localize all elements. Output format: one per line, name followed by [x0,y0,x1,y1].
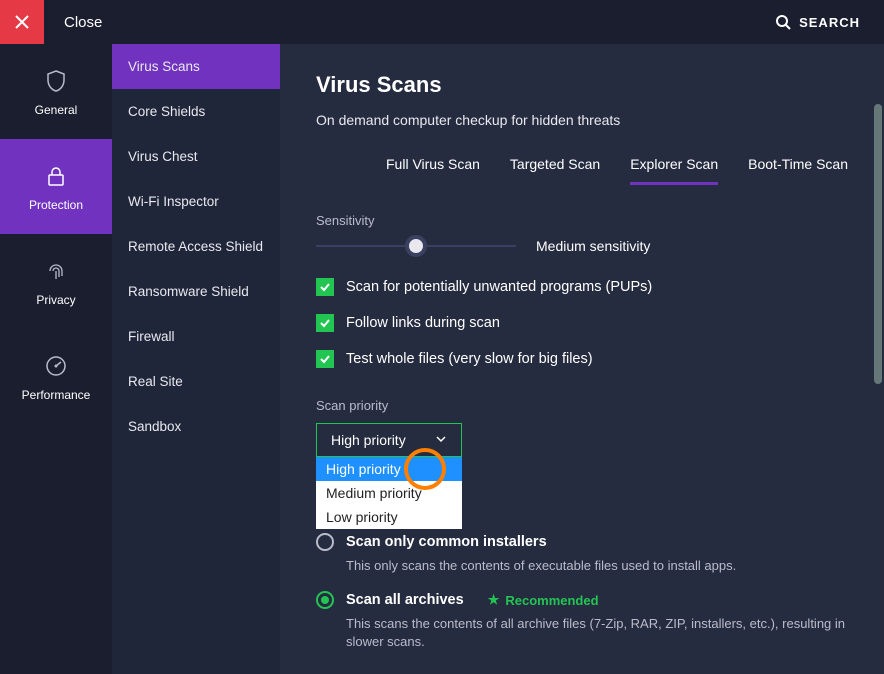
search-icon [775,14,791,30]
scrollbar-thumb[interactable] [874,104,882,384]
nav-item-performance[interactable]: Performance [0,329,112,424]
left-nav: General Protection Privacy Performance [0,44,112,674]
subnav-item-core-shields[interactable]: Core Shields [112,89,280,134]
radio-desc: This only scans the contents of executab… [346,557,848,575]
scrollbar[interactable] [872,44,884,674]
checkbox[interactable] [316,350,334,368]
gauge-icon [42,352,70,380]
tab-explorer-scan[interactable]: Explorer Scan [630,156,718,185]
lock-icon [42,162,70,190]
recommended-badge: Recommended [488,592,599,608]
page-title: Virus Scans [316,72,848,98]
radio-label: Scan only common installers [346,534,547,550]
nav-label: Protection [29,198,83,212]
nav-label: General [35,103,78,117]
check-icon [319,317,331,329]
radio-button[interactable] [316,591,334,609]
dropdown-menu: High priority Medium priority Low priori… [316,457,462,529]
dropdown-selected: High priority [331,432,406,448]
checkbox-row-pups[interactable]: Scan for potentially unwanted programs (… [316,278,848,296]
nav-item-privacy[interactable]: Privacy [0,234,112,329]
subnav-item-real-site[interactable]: Real Site [112,359,280,404]
main-content: Virus Scans On demand computer checkup f… [280,44,884,674]
subnav-item-virus-scans[interactable]: Virus Scans [112,44,280,89]
tab-full-virus-scan[interactable]: Full Virus Scan [386,156,480,185]
close-label: Close [64,14,102,31]
chevron-down-icon [435,432,447,448]
nav-label: Privacy [36,293,75,307]
radio-button[interactable] [316,533,334,551]
radio-desc: This scans the contents of all archive f… [346,615,848,651]
page-subtitle: On demand computer checkup for hidden th… [316,112,848,128]
checkbox[interactable] [316,278,334,296]
sensitivity-value: Medium sensitivity [536,238,650,254]
search-label: SEARCH [799,15,860,30]
nav-label: Performance [22,388,91,402]
checkbox-row-whole-files[interactable]: Test whole files (very slow for big file… [316,350,848,368]
radio-label: Scan all archives [346,592,464,608]
priority-dropdown[interactable]: High priority High priority Medium prior… [316,423,462,457]
dropdown-toggle[interactable]: High priority [316,423,462,457]
sensitivity-slider[interactable] [316,245,516,247]
dropdown-option-medium[interactable]: Medium priority [316,481,462,505]
tab-targeted-scan[interactable]: Targeted Scan [510,156,600,185]
checkbox-row-follow-links[interactable]: Follow links during scan [316,314,848,332]
radio-row-common-installers[interactable]: Scan only common installers [316,533,848,551]
nav-item-protection[interactable]: Protection [0,139,112,234]
scan-tabs: Full Virus Scan Targeted Scan Explorer S… [316,156,848,185]
subnav-item-virus-chest[interactable]: Virus Chest [112,134,280,179]
checkbox-label: Test whole files (very slow for big file… [346,351,593,367]
tab-boot-time-scan[interactable]: Boot-Time Scan [748,156,848,185]
fingerprint-icon [42,257,70,285]
slider-knob[interactable] [405,235,427,257]
sensitivity-label: Sensitivity [316,213,848,228]
subnav-item-remote-access-shield[interactable]: Remote Access Shield [112,224,280,269]
search-button[interactable]: SEARCH [775,14,860,30]
shield-icon [42,67,70,95]
priority-label: Scan priority [316,398,848,413]
radio-row-all-archives[interactable]: Scan all archives Recommended [316,591,848,609]
check-icon [319,353,331,365]
subnav-item-firewall[interactable]: Firewall [112,314,280,359]
dropdown-option-low[interactable]: Low priority [316,505,462,529]
close-icon [14,14,30,30]
checkbox-label: Scan for potentially unwanted programs (… [346,279,652,295]
sub-nav: Virus Scans Core Shields Virus Chest Wi-… [112,44,280,674]
subnav-item-wifi-inspector[interactable]: Wi-Fi Inspector [112,179,280,224]
check-icon [319,281,331,293]
close-button[interactable] [0,0,44,44]
annotation-arrow-icon [280,494,304,542]
checkbox-label: Follow links during scan [346,315,500,331]
subnav-item-ransomware-shield[interactable]: Ransomware Shield [112,269,280,314]
nav-item-general[interactable]: General [0,44,112,139]
dropdown-option-high[interactable]: High priority [316,457,462,481]
checkbox[interactable] [316,314,334,332]
subnav-item-sandbox[interactable]: Sandbox [112,404,280,449]
